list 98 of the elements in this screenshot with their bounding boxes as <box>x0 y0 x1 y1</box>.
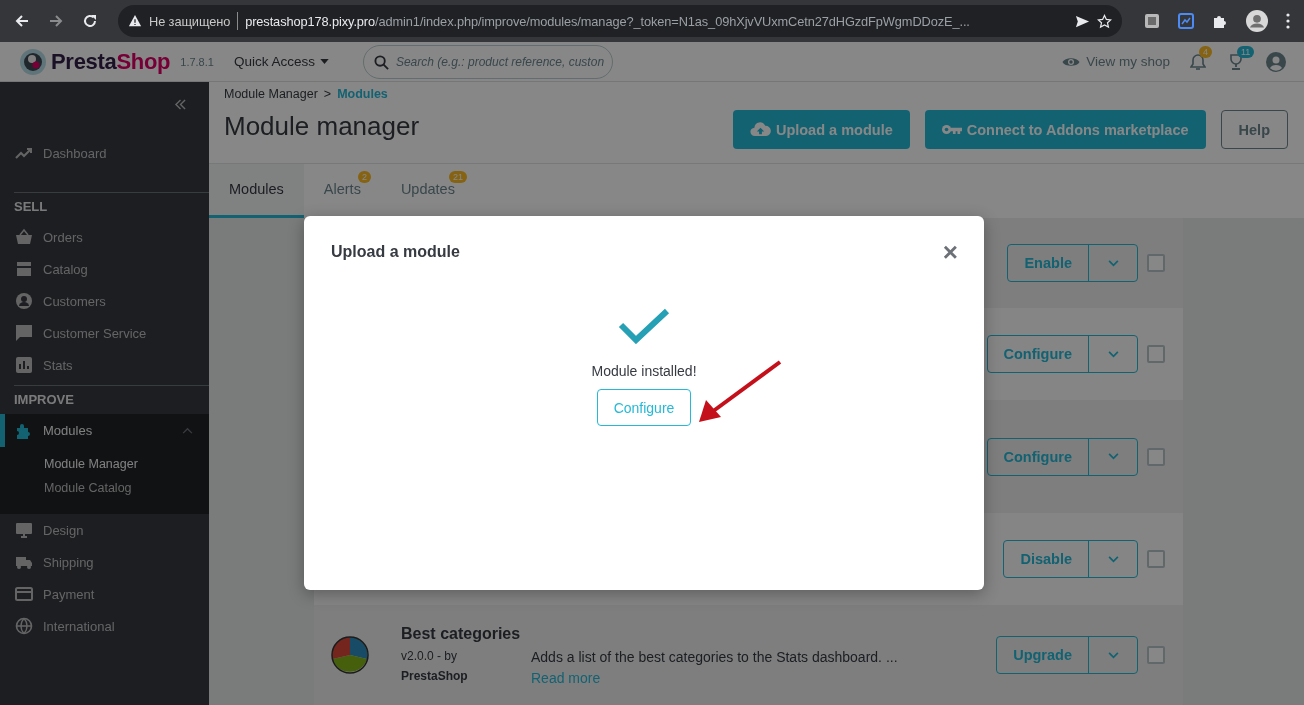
notification-badge: 11 <box>1237 45 1255 58</box>
version-label: 1.7.8.1 <box>180 55 214 68</box>
sidebar-item[interactable]: International <box>0 610 209 642</box>
sidebar-item[interactable]: Customers <box>0 285 209 317</box>
help-button[interactable]: Help <box>1220 110 1288 149</box>
tab[interactable]: Modules <box>209 163 304 218</box>
sidebar-item[interactable]: Dashboard <box>0 134 209 172</box>
brand-name: PrestaShop <box>51 48 171 75</box>
chevron-down-icon <box>1107 453 1119 460</box>
tab-badge: 21 <box>448 170 467 183</box>
breadcrumb-link[interactable]: Modules <box>337 87 388 101</box>
key-icon <box>941 124 962 135</box>
caret-icon <box>319 59 329 64</box>
menu-icon[interactable] <box>1286 13 1290 29</box>
checkmark-icon <box>618 308 670 344</box>
sidebar-item[interactable]: Customer Service <box>0 317 209 349</box>
search-icon <box>373 54 389 70</box>
sidebar-label: Catalog <box>43 261 89 277</box>
url-text: prestashop178.pixy.pro/admin1/index.php/improve/modules/manage?_token=N1as_09hXjvVUxmCetn27dHGzdFpWgmDDozE_... <box>245 13 971 29</box>
tab[interactable]: Alerts 2 <box>303 163 381 218</box>
logo-icon <box>20 48 46 75</box>
submenu-item[interactable]: Module Catalog <box>0 476 209 500</box>
chevron-down-icon <box>1107 651 1119 659</box>
sidebar-label: Modules <box>43 423 94 438</box>
breadcrumb-separator: > <box>323 87 332 101</box>
module-author: PrestaShop <box>401 668 469 683</box>
sidebar-label: Customers <box>43 293 107 309</box>
sidebar-item[interactable]: Shipping <box>0 546 209 578</box>
checkbox[interactable] <box>1147 345 1165 363</box>
section-title: SELL <box>13 198 49 216</box>
sidebar-item[interactable]: Orders <box>0 221 209 253</box>
profile-avatar-icon[interactable] <box>1246 10 1268 32</box>
sidebar-item[interactable]: Payment <box>0 578 209 610</box>
checkbox[interactable] <box>1147 254 1165 272</box>
configure-button[interactable]: Configure <box>596 389 692 426</box>
sidebar-icon <box>15 324 33 342</box>
cloud-upload-icon <box>749 122 771 137</box>
sidebar-label: Design <box>43 522 85 538</box>
collapse-icon[interactable] <box>174 98 187 110</box>
sidebar-icon <box>15 356 33 374</box>
notification-badge: 4 <box>1199 45 1212 58</box>
upload-button[interactable]: Upload a module <box>732 110 910 149</box>
chevron-down-icon <box>1107 555 1119 563</box>
puzzle-icon[interactable] <box>1212 13 1228 29</box>
sidebar-icon <box>15 421 33 440</box>
reload-icon[interactable] <box>82 13 98 29</box>
dialog-title: Upload a module <box>331 243 461 261</box>
checkbox[interactable] <box>1147 550 1165 568</box>
search-field[interactable]: Search (e.g.: product reference, custon <box>362 44 613 79</box>
security-label: Не защищено <box>149 13 231 29</box>
sidebar-label: Payment <box>43 586 96 602</box>
sidebar-label: Customer Service <box>43 325 148 341</box>
module-description: Adds a list of the best categories to the Stats dashboard. ... <box>531 648 898 665</box>
sidebar-label: International <box>43 618 116 634</box>
page-title: Module manager <box>224 111 421 142</box>
account-icon[interactable] <box>1266 51 1286 72</box>
sidebar-label: Dashboard <box>43 145 108 161</box>
sidebar-icon <box>15 585 33 603</box>
connect-button[interactable]: Connect to Addons marketplace <box>924 110 1206 149</box>
sidebar-label: Shipping <box>43 554 95 570</box>
eye-icon <box>1062 55 1081 68</box>
checkbox[interactable] <box>1147 447 1165 466</box>
sidebar-item[interactable]: Catalog <box>0 253 209 285</box>
sidebar-icon <box>15 260 33 278</box>
view-shop-link[interactable]: View my shop <box>1062 54 1170 69</box>
star-icon[interactable] <box>1097 13 1112 29</box>
chevron-down-icon <box>1107 259 1119 267</box>
extension-icon[interactable] <box>1144 13 1160 29</box>
breadcrumb-link[interactable]: Module Manager <box>224 87 318 101</box>
extension-icon[interactable] <box>1178 13 1194 29</box>
forward-icon[interactable] <box>48 13 64 29</box>
close-button[interactable]: × <box>942 240 958 264</box>
pie-chart-icon <box>330 635 370 675</box>
chevron-down-icon <box>1107 350 1119 358</box>
address-bar[interactable]: Не защищено prestashop178.pixy.pro/admin1/index.php/improve/modules/manage?_token=N1as_09hXjvVUxmCetn27dHGzdFpWgmDDozE_... <box>118 5 1122 37</box>
module-name: Best categories <box>401 624 522 643</box>
sidebar-label: Orders <box>43 229 84 245</box>
sidebar-icon <box>15 292 33 310</box>
success-message: Module installed! <box>591 363 697 379</box>
sidebar-item[interactable]: Modules <box>0 414 209 447</box>
sidebar-item[interactable]: Stats <box>0 349 209 381</box>
chevron-icon <box>182 427 193 434</box>
tab[interactable]: Updates 21 <box>380 163 475 218</box>
sidebar-icon <box>15 521 33 539</box>
section-title: IMPROVE <box>13 391 75 409</box>
checkbox[interactable] <box>1147 646 1165 664</box>
sidebar-item[interactable]: Design <box>0 514 209 546</box>
sidebar-label: Stats <box>43 357 74 373</box>
quick-access-menu[interactable]: Quick Access <box>233 54 329 69</box>
module-version: v2.0.0 - by <box>401 648 459 663</box>
sidebar-icon <box>15 228 33 246</box>
warning-icon <box>128 14 142 28</box>
read-more-link[interactable]: Read more <box>531 669 898 686</box>
send-icon[interactable] <box>1075 13 1090 29</box>
sidebar-icon <box>15 617 33 635</box>
back-icon[interactable] <box>14 13 30 29</box>
tab-badge: 2 <box>357 170 371 183</box>
submenu-item[interactable]: Module Manager <box>0 452 209 476</box>
